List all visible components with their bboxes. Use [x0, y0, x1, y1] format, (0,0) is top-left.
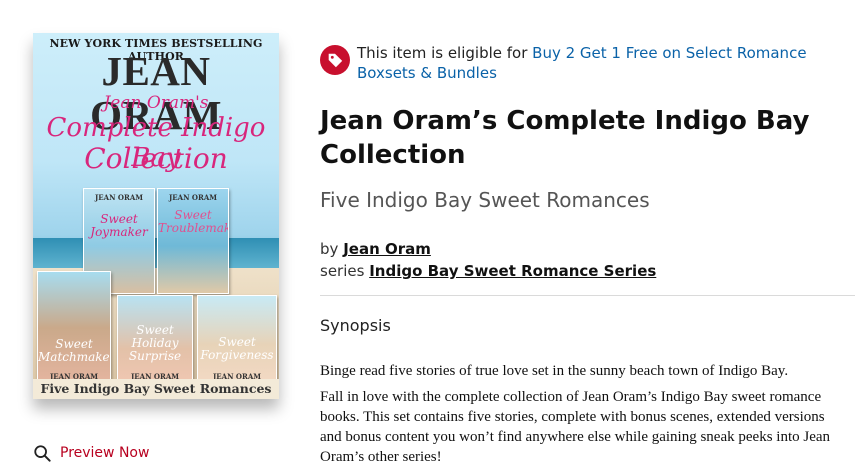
cover-script-line1: Jean Oram's — [103, 93, 209, 113]
product-title: Jean Oram’s Complete Indigo Bay Collecti… — [320, 106, 810, 170]
cover-book-4-title: Sweet Holiday Surprise — [128, 323, 182, 363]
cover-book-3-title: Sweet Matchmaker — [38, 337, 111, 364]
cover-book-5-title: Sweet Forgiveness — [200, 335, 274, 362]
preview-now-label: Preview Now — [60, 445, 150, 461]
series-label: series — [320, 262, 365, 280]
cover-book-5: Sweet Forgiveness JEAN ORAM — [197, 295, 277, 385]
promo-notice: This item is eligible for Buy 2 Get 1 Fr… — [320, 43, 840, 83]
promo-text: This item is eligible for Buy 2 Get 1 Fr… — [357, 43, 840, 83]
cover-book-4: Sweet Holiday Surprise JEAN ORAM — [117, 295, 193, 385]
search-icon — [34, 445, 51, 462]
cover-sea — [33, 238, 279, 268]
author-link[interactable]: Jean Oram — [343, 240, 431, 258]
cover-book-2-author: JEAN ORAM — [168, 193, 217, 202]
cover-book-3: Sweet Matchmaker JEAN ORAM — [37, 271, 111, 385]
series-link[interactable]: Indigo Bay Sweet Romance Series — [369, 262, 656, 280]
by-label: by — [320, 240, 339, 258]
price-tag-icon — [320, 45, 350, 75]
cover-script-line3: Collection — [84, 142, 228, 175]
synopsis-paragraph-1: Binge read five stories of true love set… — [320, 363, 789, 379]
synopsis-heading: Synopsis — [320, 316, 391, 335]
cover-book-2: JEAN ORAM Sweet Troublemaker — [157, 188, 229, 294]
cover-footer: Five Indigo Bay Sweet Romances — [33, 379, 279, 399]
cover-book-2-title: Sweet Troublemaker — [158, 208, 228, 235]
preview-now-link[interactable]: Preview Now — [33, 443, 149, 463]
cover-book-1-author: JEAN ORAM — [94, 193, 143, 202]
cover-book-1-title: Sweet Joymaker — [90, 212, 148, 239]
book-cover-image[interactable]: NEW YORK TIMES BESTSELLING AUTHOR JEAN O… — [33, 33, 279, 399]
product-subtitle: Five Indigo Bay Sweet Romances — [320, 188, 650, 212]
byline: by Jean Oram series Indigo Bay Sweet Rom… — [320, 238, 656, 282]
synopsis-paragraph-2: Fall in love with the complete collectio… — [320, 389, 831, 465]
promo-prefix: This item is eligible for — [357, 44, 533, 62]
divider — [320, 295, 855, 296]
